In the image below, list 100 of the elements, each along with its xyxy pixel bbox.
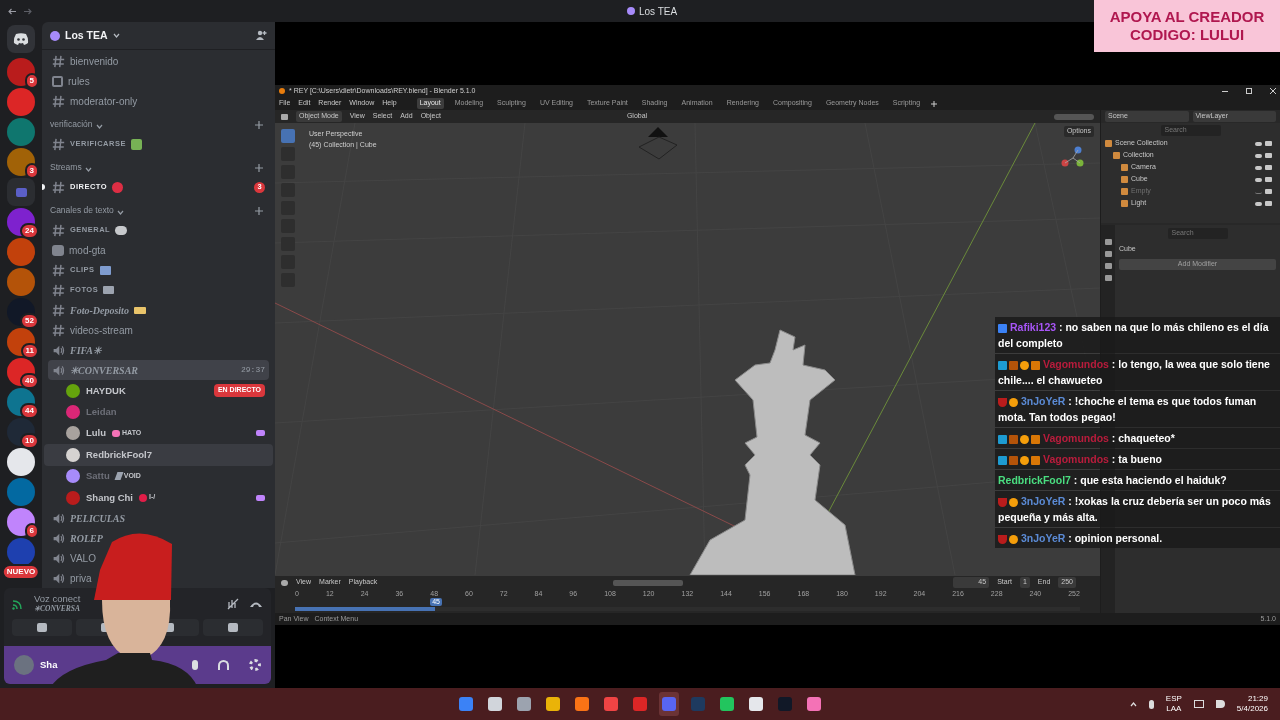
tool-tab-icon[interactable] xyxy=(1104,239,1112,245)
chat-message: Vagomundos : ta bueno xyxy=(998,451,1277,467)
settings-icon[interactable] xyxy=(249,659,261,671)
chat-message: 3nJoYeR : opinion personal. xyxy=(998,530,1277,546)
microphone-icon xyxy=(1148,699,1154,709)
volume-icon xyxy=(1215,700,1225,708)
call-timer: 29:37 xyxy=(241,364,265,376)
maximize-icon[interactable] xyxy=(1246,88,1252,94)
speaker-icon xyxy=(52,343,65,357)
chevron-down-icon xyxy=(116,210,124,215)
category-header[interactable]: verificación xyxy=(50,119,93,129)
hash-icon xyxy=(52,303,65,317)
voice-channel[interactable]: PELICULAS xyxy=(48,508,129,529)
headphones-icon[interactable] xyxy=(218,660,229,670)
server-icon[interactable] xyxy=(7,58,35,86)
close-icon[interactable] xyxy=(1270,88,1276,94)
chevron-down-icon xyxy=(95,124,103,129)
voice-channel[interactable]: ✳CONVERSAR 29:37 xyxy=(48,360,269,380)
unread-badge: 10 xyxy=(20,433,39,449)
server-home-icon xyxy=(626,7,635,15)
forward-arrow-icon[interactable] xyxy=(23,7,32,15)
channel-name: rules xyxy=(68,74,90,89)
member-name: HAYDUK xyxy=(86,383,126,398)
hash-icon xyxy=(52,283,65,297)
app-icon xyxy=(459,697,473,711)
app-icon xyxy=(807,697,821,711)
category-header[interactable]: Canales de texto xyxy=(50,205,114,215)
text-channel[interactable]: mod-gta xyxy=(48,240,110,260)
signal-icon xyxy=(12,597,24,610)
rules-icon xyxy=(52,75,63,87)
text-channel[interactable]: Foto-Deposito xyxy=(48,300,150,320)
noise-suppression-icon[interactable] xyxy=(227,597,239,610)
channel-name: priva xyxy=(70,571,92,586)
editor-type-icon[interactable] xyxy=(281,113,288,120)
keyboard-layout-label[interactable]: LAA xyxy=(1166,704,1182,714)
member-name: Sattu xyxy=(86,469,110,484)
discord-home-button[interactable] xyxy=(7,25,35,53)
voice-channel[interactable]: FIFA✳ xyxy=(48,340,105,360)
category-header[interactable]: Streams xyxy=(50,162,82,172)
chevron-up-icon xyxy=(1129,701,1137,707)
unread-badge: 24 xyxy=(20,223,39,239)
back-arrow-icon[interactable] xyxy=(8,7,17,15)
microphone-icon[interactable] xyxy=(192,660,198,670)
hash-icon xyxy=(52,223,65,237)
user-avatar xyxy=(14,655,34,675)
app-icon xyxy=(720,697,734,711)
channel-name: moderator-only xyxy=(70,94,138,109)
clock-time[interactable]: 21:29 xyxy=(1247,694,1268,704)
render-tab-icon[interactable] xyxy=(1104,251,1112,257)
text-channel[interactable]: moderator-only xyxy=(48,91,142,111)
channel-name: mod-gta xyxy=(69,243,106,258)
voice-action-button[interactable] xyxy=(12,619,72,636)
editor-type-icon[interactable] xyxy=(281,579,288,586)
speaker-icon xyxy=(52,531,65,545)
chevron-down-icon xyxy=(112,33,120,38)
app-icon xyxy=(604,697,618,711)
output-tab-icon[interactable] xyxy=(1104,263,1112,269)
channel-name: videos-stream xyxy=(70,323,133,338)
app-icon xyxy=(778,697,792,711)
channel-name: ROLEP xyxy=(70,531,103,546)
member-name: Lulu xyxy=(86,426,107,441)
language-label[interactable]: ESP xyxy=(1165,694,1182,704)
member-name: Leidan xyxy=(86,404,117,419)
clock-date[interactable]: 5/4/2026 xyxy=(1236,704,1268,714)
channel-name: FIFA✳ xyxy=(70,343,101,358)
user-name: Sha xyxy=(40,657,58,672)
server-icon[interactable] xyxy=(7,508,35,536)
text-channel[interactable]: rules xyxy=(48,71,94,91)
network-icon xyxy=(1193,700,1204,708)
hash-icon xyxy=(52,263,65,277)
speaker-icon xyxy=(52,571,65,585)
app-icon xyxy=(662,697,676,711)
text-channel[interactable]: bienvenido xyxy=(48,51,123,71)
voice-member[interactable]: RedbrickFool7 xyxy=(44,444,273,466)
server-name: Los TEA xyxy=(65,27,108,43)
channel-name: bienvenido xyxy=(70,54,119,69)
member-name: Shang Chi xyxy=(86,490,133,505)
eye-icon[interactable] xyxy=(1255,201,1262,206)
unread-indicator xyxy=(42,184,45,190)
channel-name: PELICULAS xyxy=(70,511,125,526)
server-icon[interactable] xyxy=(7,448,35,476)
text-channel[interactable]: videos-stream xyxy=(48,320,137,340)
voice-action-button[interactable] xyxy=(203,619,263,636)
add-channel-icon[interactable] xyxy=(255,121,263,129)
add-channel-icon[interactable] xyxy=(255,207,263,215)
hash-icon xyxy=(52,180,65,194)
app-icon xyxy=(517,697,531,711)
soundboard-icon xyxy=(228,623,239,632)
server-header[interactable]: Los TEA xyxy=(42,22,275,50)
app-icon xyxy=(633,697,647,711)
promo-text: APOYA AL CREADOR xyxy=(1109,8,1265,26)
channel-name: VALO xyxy=(70,551,96,566)
discord-logo-icon xyxy=(13,33,29,45)
scene-tab-icon[interactable] xyxy=(1104,275,1112,281)
add-workspace-icon[interactable] xyxy=(931,100,938,107)
invite-people-icon[interactable] xyxy=(255,30,267,41)
add-channel-icon[interactable] xyxy=(255,164,263,172)
voice-channel[interactable]: priva xyxy=(48,568,96,588)
chat-message: Vagomundos : chaqueteo* xyxy=(998,430,1277,446)
minimize-icon[interactable] xyxy=(1222,90,1228,92)
